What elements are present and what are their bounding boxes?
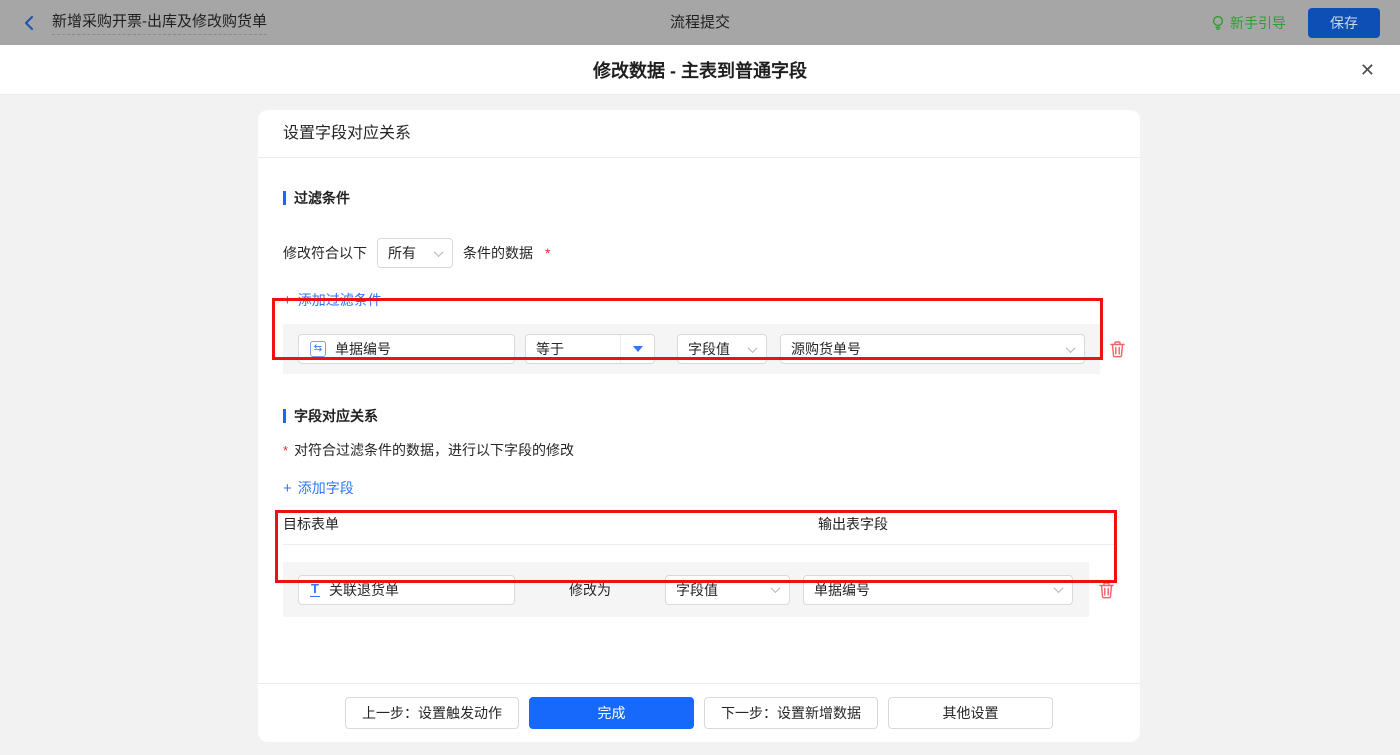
chevron-down-icon — [1066, 343, 1076, 353]
add-filter-condition-link[interactable]: + 添加过滤条件 — [283, 290, 382, 310]
lightbulb-icon — [1211, 15, 1225, 31]
target-field-name: 关联退货单 — [329, 580, 399, 600]
plus-icon: + — [283, 292, 292, 309]
card-title: 设置字段对应关系 — [258, 110, 1140, 158]
value-type-select[interactable]: 字段值 — [677, 334, 767, 364]
chevron-down-icon — [771, 583, 781, 593]
chevron-down-icon — [748, 343, 758, 353]
filter-field-name: 单据编号 — [335, 339, 391, 359]
add-field-label: 添加字段 — [298, 478, 354, 498]
guide-label: 新手引导 — [1230, 13, 1286, 33]
mapping-section-label: 字段对应关系 — [294, 406, 378, 426]
mapping-section-title: 字段对应关系 — [283, 406, 1115, 426]
save-button[interactable]: 保存 — [1308, 8, 1380, 38]
column-output-field: 输出表字段 — [818, 514, 888, 534]
tab-process-submit[interactable]: 流程提交 — [670, 0, 730, 45]
required-asterisk: * — [283, 443, 288, 458]
mapping-note: * 对符合过滤条件的数据，进行以下字段的修改 — [283, 440, 1115, 460]
filter-section-title: 过滤条件 — [283, 188, 1115, 208]
match-suffix-label: 条件的数据 — [463, 243, 533, 263]
field-mapping-row: T 关联退货单 修改为 字段值 单据编号 — [283, 562, 1115, 617]
modify-to-label: 修改为 — [515, 580, 665, 600]
chevron-left-icon — [20, 14, 38, 32]
settings-card: 设置字段对应关系 过滤条件 修改符合以下 所有 条件的数据 * + 添加过滤条件 — [258, 110, 1140, 742]
card-footer: 上一步：设置触发动作 完成 下一步：设置新增数据 其他设置 — [258, 683, 1140, 742]
trash-icon — [1109, 340, 1126, 358]
other-settings-button[interactable]: 其他设置 — [888, 697, 1053, 729]
output-value-type-select[interactable]: 字段值 — [665, 575, 790, 605]
trash-icon — [1098, 581, 1115, 599]
mapping-column-headers: 目标表单 输出表字段 — [283, 514, 1115, 545]
match-mode-value: 所有 — [388, 243, 416, 263]
output-value-type: 字段值 — [676, 580, 718, 600]
output-field-value: 单据编号 — [814, 580, 870, 600]
output-field-select[interactable]: 单据编号 — [803, 575, 1073, 605]
operator-dropdown-button[interactable] — [620, 335, 654, 363]
column-target-form: 目标表单 — [283, 514, 818, 534]
match-prefix-label: 修改符合以下 — [283, 243, 367, 263]
required-asterisk: * — [545, 245, 550, 261]
compare-value-select[interactable]: 源购货单号 — [780, 334, 1085, 364]
triangle-down-icon — [633, 346, 643, 352]
compare-value: 源购货单号 — [791, 339, 861, 359]
match-mode-select[interactable]: 所有 — [377, 238, 453, 268]
flow-title[interactable]: 新增采购开票-出库及修改购货单 — [52, 10, 267, 35]
modal-title: 修改数据 - 主表到普通字段 — [593, 57, 807, 83]
done-button[interactable]: 完成 — [529, 697, 694, 729]
add-field-link[interactable]: + 添加字段 — [283, 478, 354, 498]
operator-value: 等于 — [526, 339, 620, 359]
value-type-value: 字段值 — [688, 339, 730, 359]
close-icon[interactable]: ✕ — [1360, 61, 1375, 79]
delete-mapping-button[interactable] — [1098, 581, 1115, 599]
filter-condition-row: ⇆ 单据编号 等于 字段值 源购货单号 — [283, 324, 1115, 374]
operator-select[interactable]: 等于 — [525, 334, 655, 364]
mapping-note-text: 对符合过滤条件的数据，进行以下字段的修改 — [294, 442, 574, 458]
plus-icon: + — [283, 480, 292, 497]
back-button[interactable] — [20, 14, 38, 32]
filter-field-chip[interactable]: ⇆ 单据编号 — [298, 334, 515, 364]
filter-section-label: 过滤条件 — [294, 188, 350, 208]
prev-step-button[interactable]: 上一步：设置触发动作 — [345, 697, 519, 729]
section-bar — [283, 191, 286, 205]
serial-number-field-icon: ⇆ — [310, 341, 326, 357]
section-bar — [283, 409, 286, 423]
chevron-down-icon — [434, 247, 444, 257]
delete-condition-button[interactable] — [1109, 340, 1126, 358]
target-field-chip[interactable]: T 关联退货单 — [298, 575, 515, 605]
beginner-guide-link[interactable]: 新手引导 — [1211, 13, 1286, 33]
text-field-icon: T — [310, 582, 320, 597]
modal-body: 设置字段对应关系 过滤条件 修改符合以下 所有 条件的数据 * + 添加过滤条件 — [0, 95, 1400, 755]
topbar: 新增采购开票-出库及修改购货单 流程提交 新手引导 保存 — [0, 0, 1400, 45]
add-filter-label: 添加过滤条件 — [298, 290, 382, 310]
next-step-button[interactable]: 下一步：设置新增数据 — [704, 697, 878, 729]
chevron-down-icon — [1054, 583, 1064, 593]
modal-header: 修改数据 - 主表到普通字段 ✕ — [0, 45, 1400, 95]
